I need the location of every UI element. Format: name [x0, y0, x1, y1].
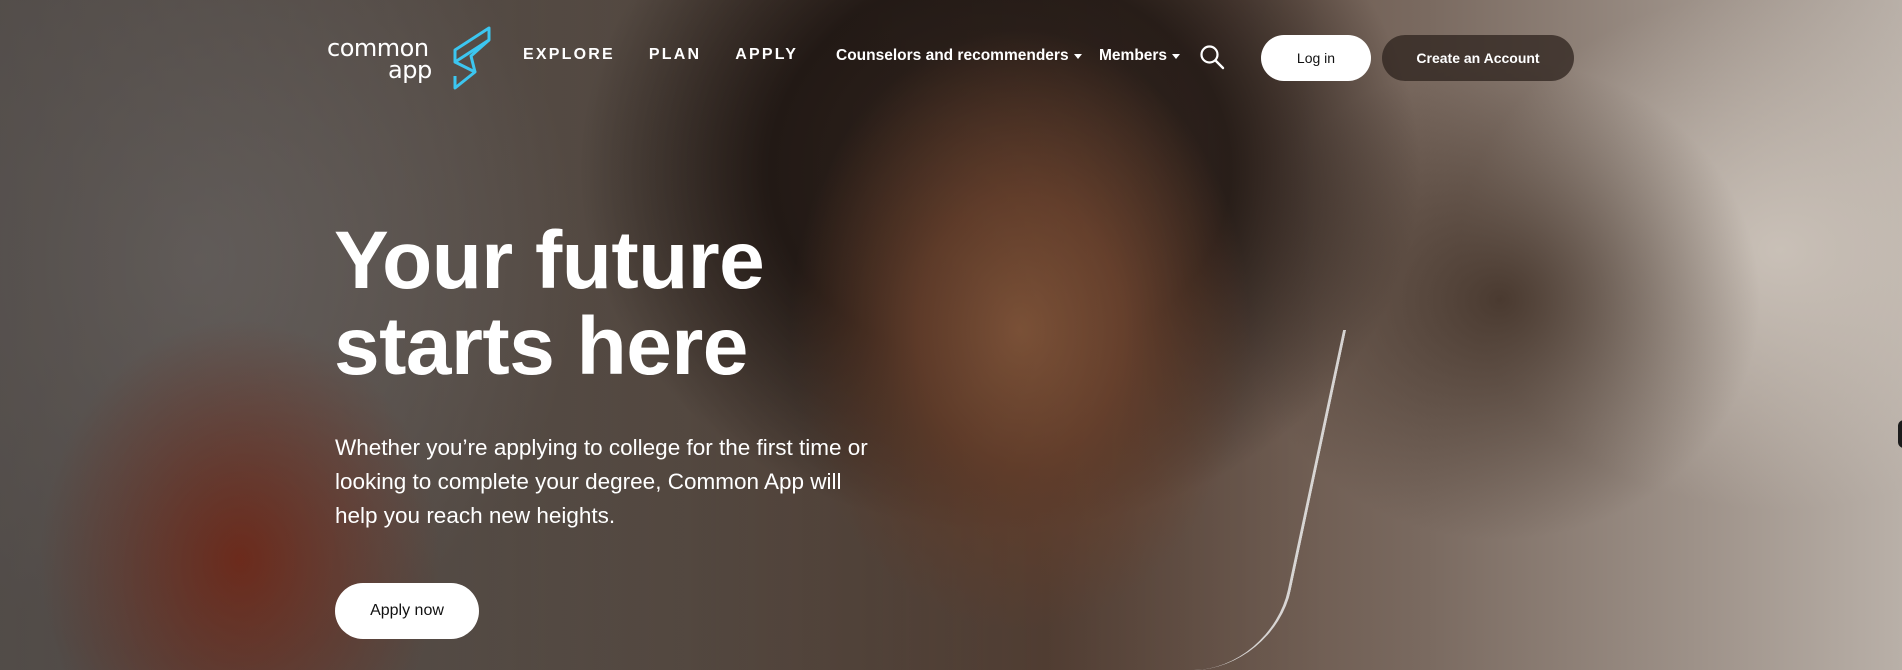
- hero-subtitle-line-1: Whether you’re applying to college for t…: [335, 435, 868, 460]
- hero-subtitle-line-3: help you reach new heights.: [335, 503, 616, 528]
- caret-down-icon: [1073, 54, 1082, 59]
- logo-word-app: app: [388, 56, 432, 84]
- hero-title: Your future starts here: [334, 218, 894, 390]
- nav-members-dropdown[interactable]: Members: [1099, 47, 1181, 65]
- nav-plan[interactable]: PLAN: [649, 46, 701, 64]
- nav-explore[interactable]: EXPLORE: [523, 46, 615, 64]
- nav-counselors-dropdown[interactable]: Counselors and recommenders: [836, 47, 1082, 65]
- hero-subtitle: Whether you’re applying to college for t…: [335, 431, 955, 533]
- nav-counselors-label: Counselors and recommenders: [836, 47, 1069, 64]
- apply-now-button[interactable]: Apply now: [335, 583, 479, 639]
- nav-members-label: Members: [1099, 47, 1168, 64]
- chat-widget-edge[interactable]: [1898, 420, 1902, 448]
- main-nav: EXPLORE PLAN APPLY: [523, 46, 832, 64]
- create-account-button[interactable]: Create an Account: [1382, 35, 1574, 81]
- nav-apply[interactable]: APPLY: [735, 46, 798, 64]
- hero-title-line-2: starts here: [334, 301, 748, 392]
- common-app-logo[interactable]: common app: [327, 26, 492, 90]
- search-button[interactable]: [1199, 44, 1225, 70]
- search-icon: [1200, 45, 1225, 70]
- login-button[interactable]: Log in: [1261, 35, 1371, 81]
- caret-down-icon: [1172, 54, 1181, 59]
- site-header: common app EXPLORE PLAN APPLY Counselors…: [0, 0, 1902, 115]
- hero-title-line-1: Your future: [334, 215, 765, 306]
- hero-subtitle-line-2: looking to complete your degree, Common …: [335, 469, 842, 494]
- logo-mark-icon: [453, 26, 491, 90]
